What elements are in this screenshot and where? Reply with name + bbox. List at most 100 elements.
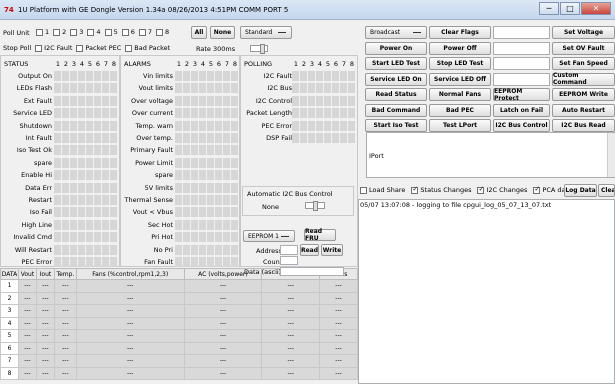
status-indicator [102,219,109,230]
log-data-button[interactable]: Log Data [564,184,597,197]
custom-command-button[interactable]: Custom Command [552,72,615,86]
close-icon[interactable]: ✕ [581,2,611,15]
status-indicator [86,244,93,255]
none-button[interactable]: None [210,26,235,39]
status-indicator [207,71,214,81]
read-status-button[interactable]: Read Status [365,88,427,101]
minimize-icon[interactable]: ─ [539,2,559,15]
rate-slider-thumb[interactable] [260,44,265,54]
latch-on-fail-button[interactable]: Latch on Fail [493,103,550,117]
status-indicator [86,83,93,94]
table-cell: --- [17,291,37,305]
poll-unit-checkbox[interactable] [70,28,78,36]
alarms-row-label: Over voltage [131,96,173,105]
all-button[interactable]: All [191,26,207,39]
auto-i2c-slider[interactable] [305,201,325,211]
command-value-input[interactable] [493,72,550,86]
count-input[interactable] [280,256,298,265]
eeprom-protect-button[interactable]: EEPROM Protect [493,88,550,102]
i2c-changes-label: I2C Changes [486,186,528,194]
i2c-fault-checkbox[interactable] [35,44,43,52]
set-voltage-button[interactable]: Set Voltage [552,26,615,39]
clear-log-button[interactable]: Clea [598,184,615,197]
auto-restart-button[interactable]: Auto Restart [552,103,615,117]
alarms-title: ALARMS [124,60,151,68]
app-icon: 74 [4,6,14,14]
polling-indicator-row [292,83,356,94]
service-led-off-button[interactable]: Service LED Off [429,72,491,86]
alarms-indicator-row [175,207,239,218]
status-indicator [183,219,190,230]
i2c-changes-checkbox[interactable] [477,185,485,194]
address-input[interactable] [280,245,298,255]
status-indicator [70,207,77,218]
maximize-icon[interactable]: □ [560,2,580,15]
iport-box[interactable] [366,132,615,178]
poll-unit-checkbox[interactable] [138,28,146,36]
power-on-button[interactable]: Power On [365,41,427,55]
alarms-indicator-row [175,182,239,193]
start-led-test-button[interactable]: Start LED Test [365,57,427,70]
row-number: 7 [0,354,19,368]
eeprom-write-button[interactable]: EEPROM Write [552,88,615,101]
read-fru-button[interactable]: Read FRU [304,228,336,242]
alarms-row-label: Power Limit [135,158,173,167]
log-output[interactable] [358,199,615,384]
poll-unit-checkbox[interactable] [121,28,129,36]
status-indicator [86,257,93,267]
command-value-input[interactable] [493,57,550,70]
i2c-bus-read-button[interactable]: I2C Bus Read [552,119,615,132]
power-off-button[interactable]: Power Off [429,41,491,55]
set-ov-fault-button[interactable]: Set OV Fault [552,41,615,55]
poll-mode-dropdown[interactable]: Standard [240,26,292,39]
test-lport-button[interactable]: Test LPort [429,119,491,132]
normal-fans-button[interactable]: Normal Fans [429,88,491,101]
poll-unit-checkbox[interactable] [87,28,95,36]
broadcast-dropdown[interactable]: Broadcast [365,26,427,39]
command-value-input[interactable] [493,41,550,55]
status-indicator [78,219,85,230]
read-button[interactable]: Read [300,244,319,256]
rate-slider[interactable] [250,44,268,54]
status-indicator-row [54,145,118,156]
iport-scrollbar[interactable] [607,133,615,177]
poll-unit-checkbox[interactable] [155,28,163,36]
status-indicator [62,133,69,143]
stop-led-test-button[interactable]: Stop LED Test [429,57,491,70]
status-indicator-row [54,95,118,106]
poll-unit-checkbox[interactable] [53,28,61,36]
column-number: 1 [55,60,61,68]
status-indicator [183,195,190,205]
set-fan-speed-button[interactable]: Set Fan Speed [552,57,615,70]
status-indicator [175,71,182,81]
poll-unit-checkbox[interactable] [36,28,43,36]
stop-poll-label: Stop Poll [3,44,32,52]
load-share-checkbox[interactable] [360,186,367,194]
column-number: 1 [293,60,299,68]
command-value-input[interactable] [493,26,550,39]
pca-data-checkbox[interactable] [533,185,541,194]
status-indicator [110,182,117,193]
status-indicator [175,170,182,181]
start-iso-test-button[interactable]: Start Iso Test [365,119,427,132]
poll-unit-checkbox[interactable] [104,28,112,36]
write-button[interactable]: Write [321,244,343,256]
bad-command-button[interactable]: Bad Command [365,103,427,117]
eeprom-dropdown[interactable]: EEPROM 1 [243,230,295,242]
auto-i2c-slider-thumb[interactable] [313,201,318,211]
status-indicator [215,157,222,168]
bad-pec-button[interactable]: Bad PEC [429,103,491,117]
bad-packet-checkbox[interactable] [125,44,133,52]
i2c-bus-control-button[interactable]: I2C Bus Control [493,119,550,132]
clear-flags-button[interactable]: Clear Flags [429,26,491,39]
service-led-on-button[interactable]: Service LED On [365,72,427,86]
status-indicator [324,120,331,131]
table-cell: --- [183,304,263,318]
status-indicator [78,83,85,94]
status-changes-checkbox[interactable] [411,185,419,194]
status-indicator [191,244,198,255]
table-cell: --- [35,291,55,305]
data-ascii-input[interactable] [280,267,344,276]
status-indicator [191,232,198,243]
packet-pec-checkbox[interactable] [76,44,84,52]
